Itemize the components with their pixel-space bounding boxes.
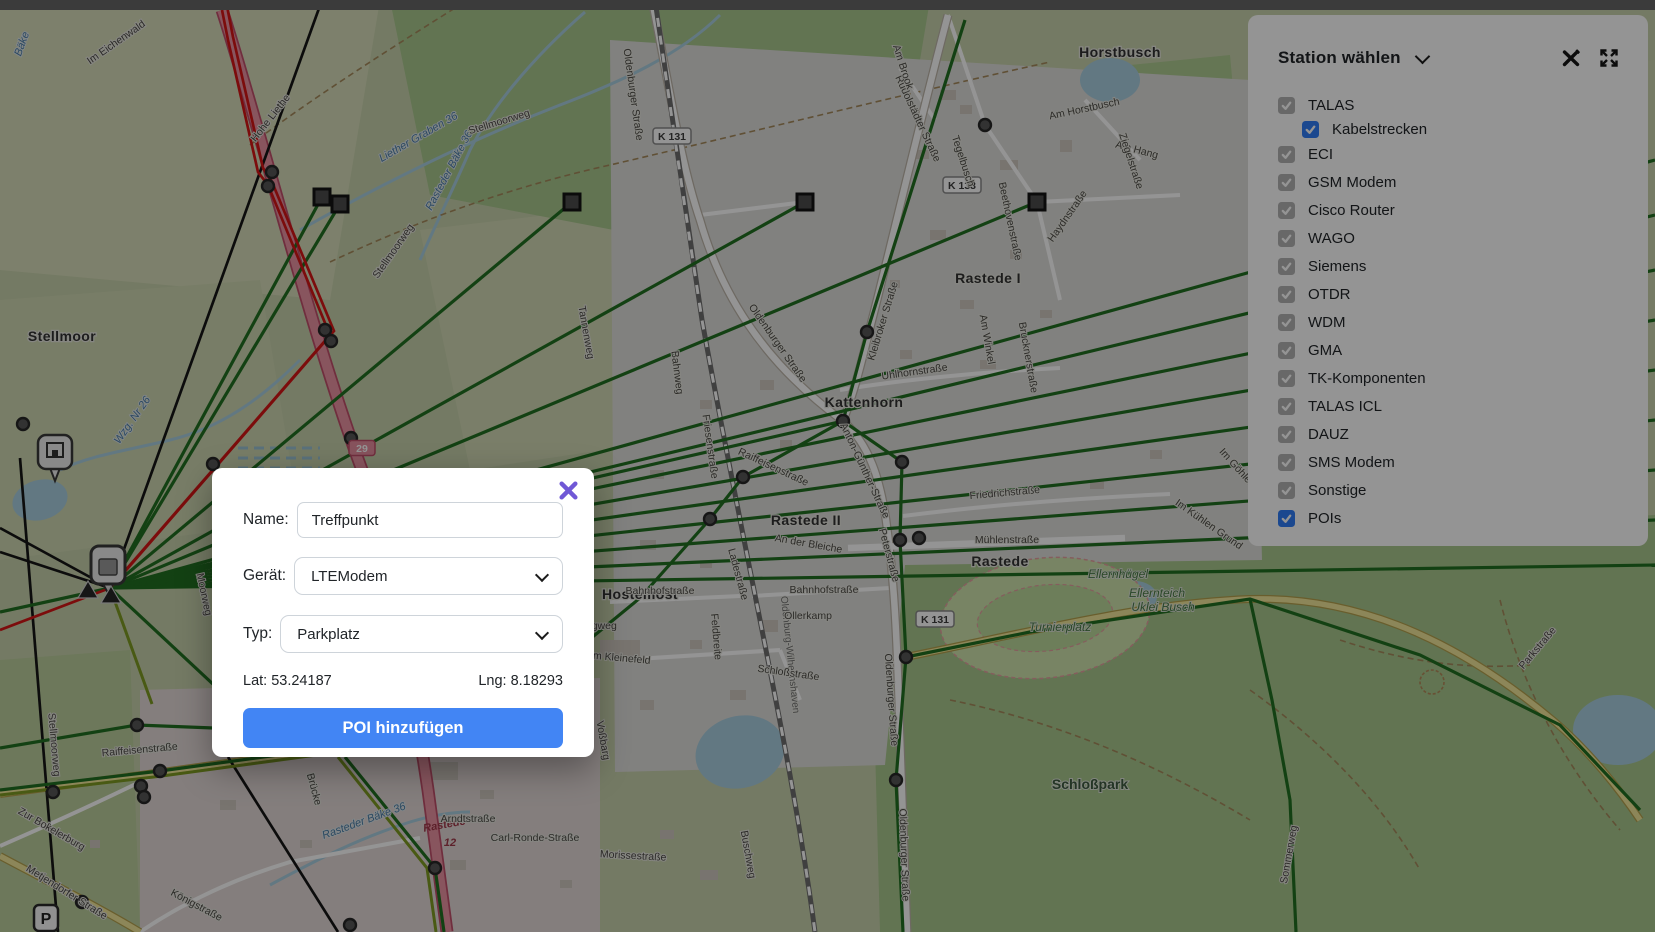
modal-close-button[interactable] (556, 478, 581, 503)
poi-submit-button[interactable]: POI hinzufügen (243, 708, 563, 748)
close-icon (558, 480, 579, 501)
name-label: Name: (243, 511, 289, 529)
geraet-selected-value: LTEModem (295, 568, 387, 585)
top-bar (0, 0, 1655, 10)
lat-value: Lat: 53.24187 (243, 673, 332, 689)
select-chevron-icon (535, 625, 549, 639)
geraet-label: Gerät: (243, 567, 286, 585)
geraet-select[interactable]: LTEModem (294, 557, 563, 595)
typ-select[interactable]: Parkplatz (280, 615, 563, 653)
name-input[interactable] (297, 502, 563, 538)
add-poi-modal: Name: Gerät: LTEModem Typ: Parkplatz Lat… (212, 468, 594, 757)
lng-value: Lng: 8.18293 (478, 673, 563, 689)
app-root: PK 131K 133K 13129StellmoorRastede IRast… (0, 0, 1655, 932)
typ-label: Typ: (243, 625, 272, 643)
typ-selected-value: Parkplatz (281, 626, 360, 643)
select-chevron-icon (535, 567, 549, 581)
modal-backdrop[interactable] (0, 0, 1655, 932)
